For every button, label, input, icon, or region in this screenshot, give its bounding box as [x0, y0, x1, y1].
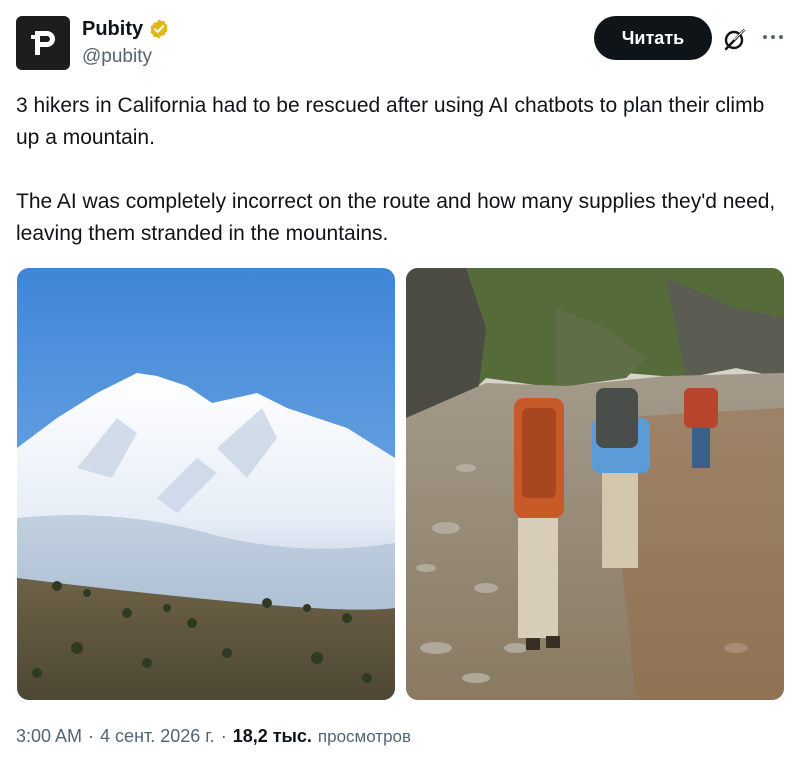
more-dots-icon	[763, 35, 783, 39]
tweet-time[interactable]: 3:00 AM	[16, 726, 82, 747]
views-label: просмотров	[317, 727, 412, 746]
verified-badge-icon	[150, 19, 168, 39]
meta-separator: ·	[88, 726, 95, 746]
meta-separator: ·	[220, 726, 227, 746]
media-grid	[16, 268, 784, 700]
avatar[interactable]	[16, 16, 70, 70]
grok-icon[interactable]	[722, 26, 748, 52]
snowy-mountain-photo[interactable]	[17, 268, 395, 700]
read-button[interactable]: Читать	[594, 16, 712, 60]
tweet-meta: 3:00 AM · 4 сент. 2026 г. · 18,2 тыс. пр…	[16, 726, 411, 747]
hikers-on-rocky-shore-photo[interactable]	[406, 268, 784, 700]
author-block: Pubity @pubity	[82, 16, 170, 68]
tweet-header: Pubity @pubity Читать	[16, 14, 786, 74]
views-count: 18,2 тыс.	[232, 726, 312, 746]
tweet-text: 3 hikers in California had to be rescued…	[16, 94, 776, 245]
tweet-date[interactable]: 4 сент. 2026 г.	[100, 726, 215, 747]
pubity-logo-icon	[31, 31, 55, 55]
display-name[interactable]: Pubity	[82, 18, 143, 41]
author-handle[interactable]: @pubity	[82, 46, 170, 68]
more-icon[interactable]	[760, 24, 786, 50]
